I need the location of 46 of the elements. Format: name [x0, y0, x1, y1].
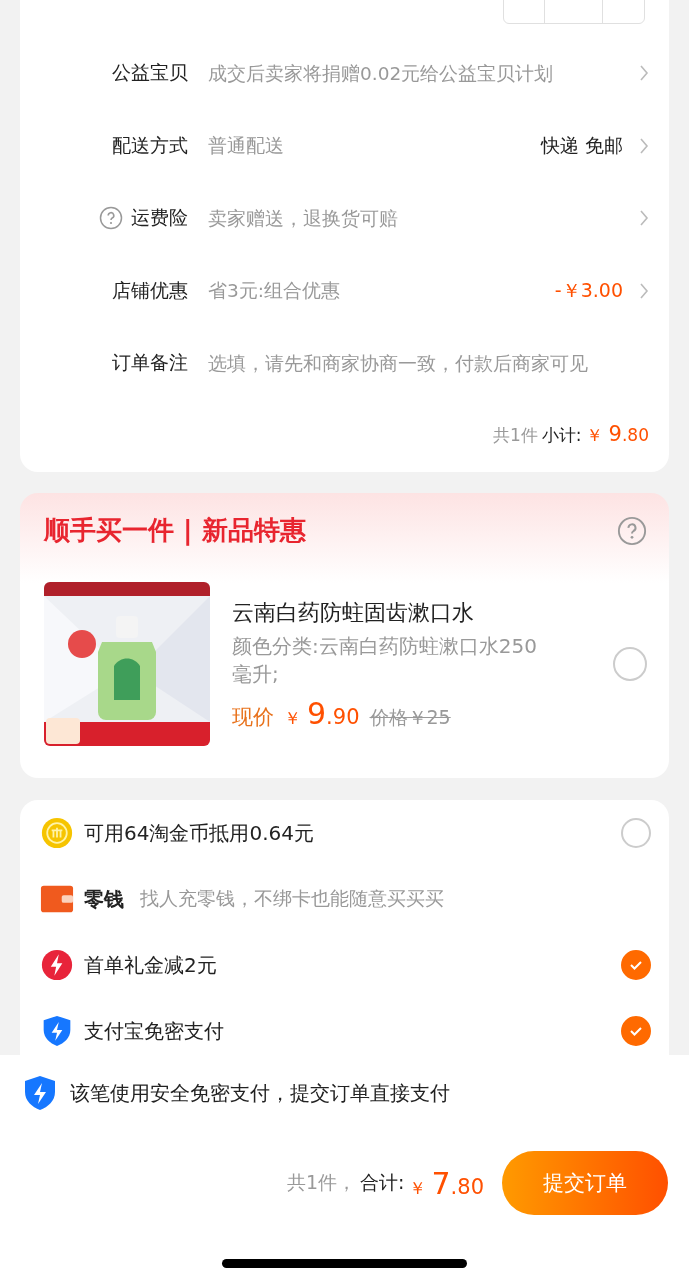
- chevron-icon[interactable]: [639, 136, 649, 155]
- original-price: 价格￥25: [369, 704, 451, 730]
- chevron-icon[interactable]: [639, 209, 649, 228]
- row-value: 成交后卖家将捐赠0.02元给公益宝贝计划: [208, 61, 555, 86]
- payment-option-label: 零钱: [84, 885, 124, 913]
- chevron-icon[interactable]: [639, 281, 649, 300]
- row-value: 普通配送: [208, 134, 285, 159]
- chevron-icon[interactable]: [639, 64, 649, 83]
- submit-order-button[interactable]: 提交订单: [502, 1151, 668, 1215]
- row-value: 省3元:组合优惠: [208, 279, 341, 304]
- total-price: ￥ 7.80: [408, 1165, 484, 1201]
- product-name: 云南白药防蛀固齿漱口水: [232, 598, 475, 627]
- item-count: 共1件: [493, 423, 538, 447]
- subtotal-price: ￥ 9.80: [585, 421, 649, 447]
- select-radio[interactable]: [621, 1016, 651, 1046]
- payment-note: 找人充零钱，不绑卡也能随意买买买: [140, 886, 444, 911]
- shield-icon: [22, 1073, 58, 1113]
- addon-title: 顺手买一件 | 新品特惠: [44, 514, 306, 548]
- row-label: 店铺优惠: [112, 277, 188, 303]
- coin-icon: [40, 817, 74, 849]
- row-label: 运费险: [131, 205, 188, 231]
- select-radio[interactable]: [621, 818, 651, 848]
- lightning-icon: [40, 949, 74, 981]
- subtotal-label: 小计:: [541, 423, 582, 447]
- total-label: 合计:: [360, 1170, 405, 1195]
- payment-option-label: 首单礼金减2元: [84, 951, 217, 979]
- row-value[interactable]: 选填，请先和商家协商一致，付款后商家可见: [208, 350, 649, 376]
- current-price: ￥ 9.90: [284, 695, 360, 731]
- row-detail: 快递 免邮: [540, 132, 623, 158]
- wallet-icon: [40, 883, 74, 915]
- help-icon[interactable]: [99, 206, 123, 231]
- payment-option-label: 支付宝免密支付: [84, 1017, 224, 1045]
- payment-option-label: 可用64淘金币抵用0.64元: [84, 819, 314, 847]
- row-label: 订单备注: [112, 350, 188, 376]
- row-label: 配送方式: [112, 132, 188, 158]
- help-icon[interactable]: [617, 515, 647, 546]
- payment-notice: 该笔使用安全免密支付，提交订单直接支付: [70, 1079, 450, 1107]
- row-value: 卖家赠送，退换货可赔: [208, 206, 399, 231]
- row-detail: -￥3.00: [554, 277, 623, 303]
- select-radio[interactable]: [621, 950, 651, 980]
- product-spec: 颜色分类:云南白药防蛀漱口水250毫升;: [232, 632, 538, 688]
- quantity-stepper[interactable]: [503, 0, 645, 24]
- price-label: 现价: [232, 703, 274, 731]
- item-count: 共1件，: [287, 1170, 357, 1195]
- row-label: 公益宝贝: [112, 60, 188, 86]
- select-radio[interactable]: [613, 647, 647, 681]
